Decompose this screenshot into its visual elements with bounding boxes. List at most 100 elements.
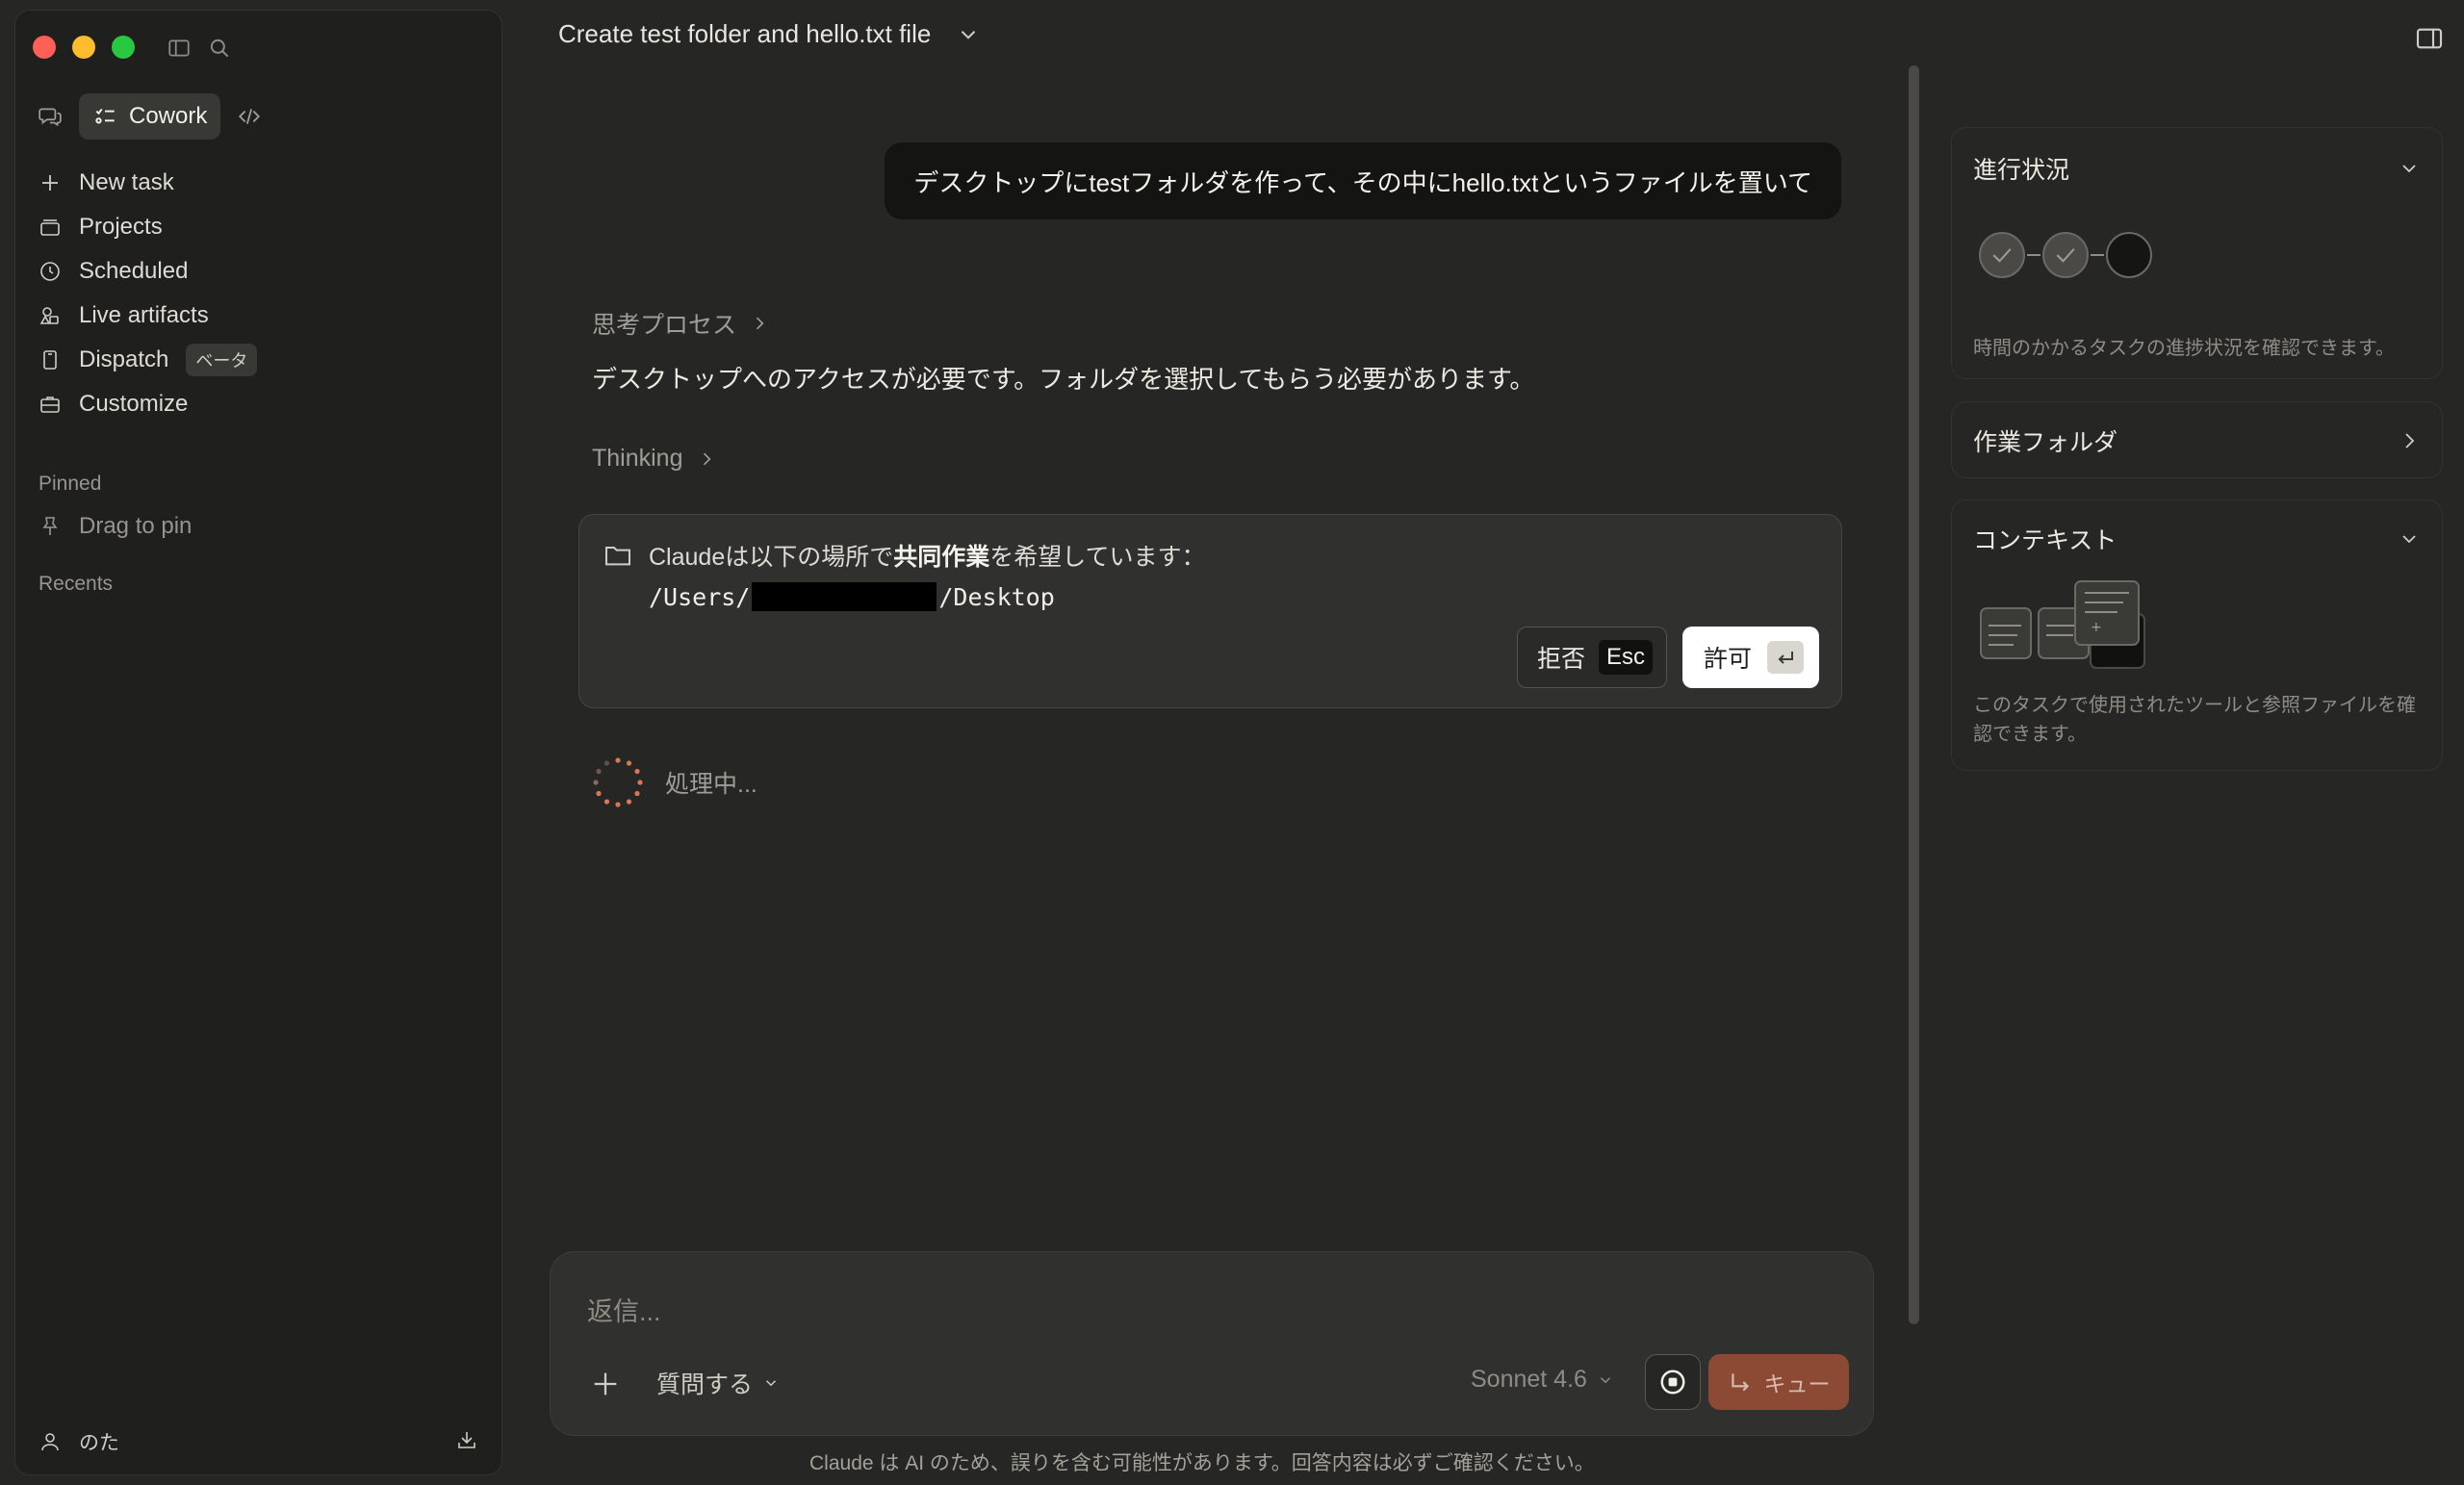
chevron-right-icon — [756, 317, 764, 330]
window-controls — [33, 36, 135, 59]
sidebar-item-label: Live artifacts — [79, 302, 209, 328]
recents-heading: Recents — [38, 573, 114, 595]
pinned-heading: Pinned — [38, 473, 102, 495]
svg-text:+: + — [2091, 620, 2102, 635]
chevron-down-icon — [2402, 535, 2416, 544]
folder-permission-card: Claudeは以下の場所で共同作業を希望しています： /Users/ /Desk… — [578, 514, 1842, 708]
working-folder-card[interactable]: 作業フォルダ — [1951, 401, 2443, 478]
progress-steps — [1979, 232, 2152, 278]
user-menu[interactable]: のた — [38, 1427, 119, 1456]
progress-title: 進行状況 — [1973, 157, 2070, 184]
sidebar-toggle-icon[interactable] — [167, 36, 192, 61]
permission-text-post: を希望しています： — [989, 544, 1206, 571]
chevron-right-icon — [2405, 433, 2415, 448]
ask-mode-dropdown[interactable]: 質問する — [656, 1366, 780, 1400]
permission-text-bold: 共同作業 — [893, 544, 990, 571]
reply-input[interactable]: 返信... — [587, 1291, 661, 1328]
disclaimer-text: Claude は AI のため、誤りを含む可能性があります。回答内容は必ずご確認… — [809, 1452, 1595, 1474]
context-header[interactable]: コンテキスト — [1973, 522, 2421, 556]
briefcase-icon — [40, 397, 60, 413]
queue-arrow-icon — [1731, 1373, 1749, 1392]
user-icon — [41, 1433, 59, 1451]
sidebar-item-projects[interactable]: Projects — [38, 205, 491, 249]
right-panel-toggle-icon[interactable] — [2414, 23, 2445, 54]
path-prefix: /Users/ — [649, 582, 751, 611]
allow-label: 許可 — [1704, 646, 1753, 673]
plus-icon — [594, 1372, 617, 1395]
drag-to-pin-hint: Drag to pin — [38, 513, 192, 540]
redacted-username — [752, 582, 937, 611]
stop-button[interactable] — [1645, 1354, 1701, 1410]
chevron-right-icon — [703, 452, 711, 465]
pin-icon — [42, 517, 58, 535]
progress-header[interactable]: 進行状況 — [1973, 151, 2421, 186]
sidebar: Cowork New task Projects Scheduled Live … — [14, 10, 502, 1475]
sidebar-item-label: Dispatch — [79, 346, 169, 372]
sidebar-item-new-task[interactable]: New task — [38, 161, 491, 205]
step-complete-icon — [1979, 232, 2025, 278]
deny-label: 拒否 — [1537, 646, 1586, 673]
shapes-icon — [39, 307, 59, 324]
processing-indicator: 処理中... — [592, 756, 757, 808]
model-selector[interactable]: Sonnet 4.6 — [1471, 1366, 1614, 1394]
mode-switcher: Cowork — [35, 93, 265, 140]
maximize-window-button[interactable] — [112, 36, 135, 59]
allow-button[interactable]: 許可 — [1682, 627, 1820, 688]
sidebar-item-live-artifacts[interactable]: Live artifacts — [38, 294, 491, 338]
search-icon[interactable] — [207, 36, 232, 61]
sidebar-item-scheduled[interactable]: Scheduled — [38, 249, 491, 294]
queue-button[interactable]: キュー — [1708, 1354, 1849, 1410]
minimize-window-button[interactable] — [72, 36, 95, 59]
ask-mode-label: 質問する — [656, 1371, 754, 1398]
context-title: コンテキスト — [1973, 527, 2118, 554]
step-pending-icon — [2106, 232, 2152, 278]
download-icon[interactable] — [455, 1428, 478, 1456]
path-suffix: /Desktop — [938, 582, 1055, 611]
assistant-message: デスクトップへのアクセスが必要です。フォルダを選択してもらう必要があります。 — [592, 365, 1535, 394]
sidebar-item-label: Scheduled — [79, 258, 189, 284]
chat-mode-icon[interactable] — [35, 101, 65, 132]
sidebar-item-label: New task — [79, 169, 174, 195]
model-label: Sonnet 4.6 — [1471, 1366, 1587, 1393]
conversation-title-dropdown[interactable]: Create test folder and hello.txt file — [558, 19, 981, 49]
user-name: のた — [79, 1432, 119, 1454]
chat-scrollbar[interactable] — [1909, 65, 1919, 1324]
close-window-button[interactable] — [33, 36, 56, 59]
composer: 返信... 質問する Sonnet 4.6 キュー — [550, 1251, 1874, 1436]
working-folder-title: 作業フォルダ — [1973, 429, 2118, 456]
user-message: デスクトップにtestフォルダを作って、その中にhello.txtというファイル… — [885, 142, 1841, 219]
sidebar-footer: のた — [38, 1421, 478, 1463]
phone-icon — [43, 350, 57, 370]
conversation-title: Create test folder and hello.txt file — [558, 19, 932, 48]
clock-icon — [40, 262, 60, 281]
progress-card: 進行状況 時間のかかるタスクの進捗状況を確認できます。 — [1951, 127, 2443, 379]
thought-process-label: 思考プロセス — [592, 312, 737, 339]
sidebar-nav: New task Projects Scheduled Live artifac… — [38, 161, 491, 426]
context-description: このタスクで使用されたツールと参照ファイルを確認できます。 — [1973, 695, 2416, 745]
return-key-icon — [1767, 641, 1805, 674]
step-connector — [2091, 254, 2104, 256]
app-window: Cowork New task Projects Scheduled Live … — [0, 0, 2464, 1485]
spinner-icon — [593, 757, 643, 807]
deny-button[interactable]: 拒否 Esc — [1517, 627, 1668, 688]
step-connector — [2027, 254, 2040, 256]
processing-label: 処理中... — [665, 771, 757, 798]
sidebar-item-dispatch[interactable]: Dispatch ベータ — [38, 338, 491, 382]
thinking-toggle[interactable]: Thinking — [592, 445, 716, 473]
queue-label: キュー — [1763, 1371, 1831, 1396]
plus-icon — [42, 175, 58, 191]
code-mode-icon[interactable] — [234, 101, 265, 132]
thought-process-toggle[interactable]: 思考プロセス — [592, 306, 769, 341]
sidebar-item-customize[interactable]: Customize — [38, 382, 491, 426]
stop-icon — [1660, 1370, 1685, 1395]
cowork-icon — [95, 108, 115, 124]
context-card: コンテキスト + このタスクで使用されたツールと参照ファイルを確認できます。 — [1951, 499, 2443, 771]
add-attachment-button[interactable] — [589, 1368, 622, 1400]
cowork-mode-button[interactable]: Cowork — [79, 93, 221, 140]
cowork-mode-label: Cowork — [129, 103, 208, 129]
drag-to-pin-label: Drag to pin — [79, 513, 192, 539]
step-complete-icon — [2042, 232, 2089, 278]
folder-stack-icon — [40, 219, 60, 236]
esc-shortcut: Esc — [1599, 640, 1654, 675]
context-files-illustration: + — [1980, 580, 2145, 669]
